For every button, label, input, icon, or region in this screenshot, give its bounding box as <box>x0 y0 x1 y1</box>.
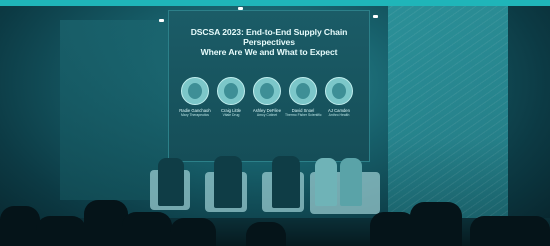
audience-member <box>122 212 172 246</box>
speaker-photo <box>289 77 317 105</box>
speaker-card: David Snoel Thermo Fisher Scientific <box>285 77 322 117</box>
audience-member <box>246 222 286 246</box>
panelist <box>214 156 242 208</box>
speaker-card: Ashley DeFilee Amcy Cotinet <box>249 77 285 117</box>
speaker-org: Anthro Health <box>328 113 350 117</box>
audience-member <box>170 218 216 246</box>
panelist <box>340 158 362 206</box>
speaker-photo <box>181 77 209 105</box>
presentation-screen: DSCSA 2023: End-to-End Supply Chain Pers… <box>168 10 370 162</box>
audience-member <box>470 216 550 246</box>
panelist <box>272 156 300 208</box>
speaker-org: Amcy Cotinet <box>256 113 278 117</box>
audience-member <box>0 206 40 246</box>
panelist <box>158 158 184 206</box>
screen-title-line-2: Where Are We and What to Expect <box>200 47 338 57</box>
speaker-card: Radie Ganchaoh Mary Therapeutics <box>177 77 213 117</box>
ceiling-light <box>373 15 378 18</box>
audience-member <box>36 216 86 246</box>
speaker-org: Vitale Drug <box>222 113 240 117</box>
screen-title: DSCSA 2023: End-to-End Supply Chain Pers… <box>175 27 363 57</box>
ceiling-light <box>159 19 164 22</box>
speaker-org: Mary Therapeutics <box>180 113 209 117</box>
speaker-org: Thermo Fisher Scientific <box>285 113 322 117</box>
speaker-photo <box>217 77 245 105</box>
speaker-photo <box>253 77 281 105</box>
audience-member <box>410 202 462 246</box>
panelist <box>315 158 337 206</box>
speaker-card: AJ Camden Anthro Health <box>321 77 357 117</box>
speaker-card: Craig Little Vitale Drug <box>213 77 249 117</box>
screen-title-line-1: DSCSA 2023: End-to-End Supply Chain Pers… <box>190 27 348 47</box>
speaker-photo <box>325 77 353 105</box>
right-backdrop-wall <box>388 6 508 226</box>
